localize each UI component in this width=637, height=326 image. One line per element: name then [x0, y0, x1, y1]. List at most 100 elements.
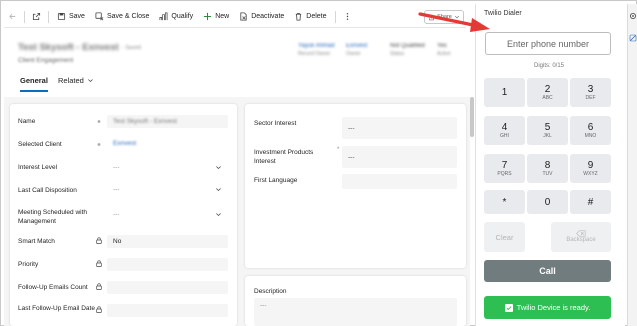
header-field-company[interactable]: Exnvest Owner [346, 43, 367, 57]
key-digit: 9 [587, 159, 594, 171]
field-label-priority: Priority [18, 261, 39, 268]
key-letters: TUV [542, 170, 553, 177]
dialpad-key-8[interactable]: 8 TUV [527, 154, 568, 183]
dialpad-key-4[interactable]: 4 GHI [484, 116, 525, 145]
header-field-value: Yes [437, 43, 447, 49]
more-commands-button[interactable] [339, 8, 356, 26]
dialpad-key-6[interactable]: 6 MNO [570, 116, 611, 145]
header-field-label: Active [437, 51, 451, 57]
description-field[interactable]: --- [254, 298, 457, 326]
selected-client-value[interactable]: Exnvest [113, 140, 136, 147]
key-digit: * [502, 196, 507, 208]
key-digit: 8 [544, 159, 551, 171]
delete-label: Delete [306, 13, 327, 20]
back-arrow-icon [9, 13, 16, 20]
interest-level-value: --- [113, 164, 120, 171]
dialpad-key-7[interactable]: 7 PQRS [484, 154, 525, 183]
save-label: Save [69, 13, 85, 20]
field-label-last-call-disposition: Last Call Disposition [18, 187, 77, 194]
clear-button[interactable]: Clear [484, 222, 525, 252]
key-letters: MNO [584, 132, 597, 139]
backspace-button[interactable]: Backspace [551, 222, 611, 252]
record-title: Test Skysoft - Exnvest [18, 42, 119, 53]
dialpad-key-9[interactable]: 9 WXYZ [570, 154, 611, 183]
chevron-down-icon [216, 213, 221, 217]
field-label-name: Name [18, 118, 36, 125]
form-scrollbar[interactable] [470, 97, 474, 137]
key-letters: DEF [585, 94, 596, 101]
general-section-left: Name Test Skysoft - Exnvest Selected Cli… [10, 104, 237, 326]
save-close-icon [95, 12, 104, 21]
general-section-right: Sector Interest --- Investment Products … [245, 104, 466, 268]
name-field[interactable]: Test Skysoft - Exnvest [107, 115, 228, 128]
phone-number-input[interactable]: Enter phone number [485, 32, 611, 55]
save-close-button[interactable]: Save & Close [90, 8, 154, 26]
annotation-arrow [418, 12, 490, 32]
save-icon [57, 12, 66, 21]
first-language-field[interactable] [342, 174, 457, 189]
qualify-button[interactable]: Qualify [154, 8, 198, 26]
last-call-disposition-select[interactable]: --- [107, 183, 228, 196]
meeting-scheduled-value: --- [113, 211, 120, 218]
record-save-status: - Saved [122, 45, 141, 51]
sector-interest-field[interactable]: --- [342, 117, 457, 139]
open-new-window-icon [32, 12, 41, 21]
tab-label: General [20, 76, 48, 85]
name-value: Test Skysoft - Exnvest [113, 118, 177, 125]
header-field-owner[interactable]: Yayuk Ahmad Record Owner [298, 43, 335, 57]
key-digit: 5 [544, 121, 551, 133]
record-entity-name: Client Engagement [18, 57, 74, 64]
dialpad-key-1[interactable]: 1 [484, 78, 525, 107]
twilio-dialer-panel: Twilio Dialer Enter phone number Digits:… [475, 4, 625, 326]
new-label: New [215, 13, 230, 20]
dialpad-key-3[interactable]: 3 DEF [570, 78, 611, 107]
settings-icon[interactable] [629, 12, 637, 20]
lock-icon [96, 283, 102, 290]
device-status-text: Twilio Device is ready. [516, 303, 591, 312]
phone-number-placeholder: Enter phone number [506, 38, 590, 49]
key-digit: 3 [587, 83, 594, 95]
key-digit: 0 [544, 196, 551, 208]
field-label-smart-match: Smart Match [18, 238, 55, 245]
dialpad-key-0[interactable]: 0 [527, 190, 568, 214]
key-digit: 6 [587, 121, 594, 133]
field-label-follow-up-emails-count: Follow-Up Emails Count [18, 284, 88, 291]
back-button[interactable] [4, 8, 21, 26]
key-letters: GHI [500, 132, 509, 139]
more-vertical-icon [346, 13, 348, 20]
header-field-value: Not Qualified [390, 43, 425, 49]
delete-button[interactable]: Delete [289, 8, 331, 26]
save-button[interactable]: Save [52, 8, 90, 26]
lock-icon [96, 237, 102, 244]
chevron-down-icon [216, 166, 221, 170]
dialpad-key-2[interactable]: 2 ABC [527, 78, 568, 107]
link-icon[interactable] [629, 34, 637, 42]
save-close-label: Save & Close [106, 13, 150, 20]
tab-general[interactable]: General [20, 76, 48, 92]
clear-label: Clear [495, 232, 514, 242]
new-button[interactable]: New [198, 8, 234, 26]
key-letters: ABC [542, 94, 553, 101]
dialpad-key-hash[interactable]: # [570, 190, 611, 214]
sector-interest-value: --- [348, 124, 355, 132]
open-new-window-button[interactable] [28, 8, 45, 26]
dialpad-key-5[interactable]: 5 JKL [527, 116, 568, 145]
investment-products-interest-field[interactable]: --- [342, 146, 457, 168]
chevron-down-icon [216, 188, 221, 192]
interest-level-select[interactable]: --- [107, 161, 228, 174]
last-call-disposition-value: --- [113, 186, 120, 193]
divider [334, 10, 336, 23]
command-bar: Save Save & Close Qualify New Deactivate… [4, 6, 466, 28]
meeting-scheduled-select[interactable]: --- [107, 208, 228, 221]
selected-client-lookup[interactable]: Exnvest [107, 137, 228, 150]
tab-related[interactable]: Related [58, 76, 94, 92]
deactivate-button[interactable]: Deactivate [234, 8, 289, 26]
header-field-value: Exnvest [346, 43, 368, 49]
header-field-active: Yes Active [437, 43, 451, 57]
trash-icon [296, 12, 302, 21]
priority-field [107, 258, 228, 271]
call-button[interactable]: Call [484, 260, 611, 282]
description-value: --- [260, 302, 267, 309]
key-digit: 1 [501, 87, 508, 98]
dialpad-key-star[interactable]: * [484, 190, 525, 214]
